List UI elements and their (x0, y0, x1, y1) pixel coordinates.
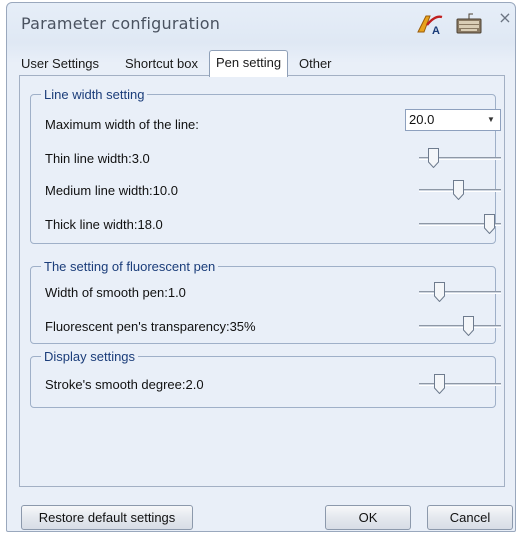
medium-line-label: Medium line width:10.0 (45, 183, 178, 198)
slider-thumb[interactable] (463, 316, 474, 336)
smooth-pen-label: Width of smooth pen:1.0 (45, 285, 186, 300)
pen-setting-panel: Line width setting Maximum width of the … (19, 75, 505, 487)
title-bar: Parameter configuration A × (7, 3, 515, 41)
close-icon[interactable]: × (497, 10, 513, 26)
group-legend: The setting of fluorescent pen (41, 259, 219, 274)
line-width-group: Line width setting Maximum width of the … (30, 87, 501, 244)
transparency-slider[interactable] (419, 315, 501, 337)
max-width-value: 20.0 (409, 112, 435, 127)
parameter-configuration-dialog: Parameter configuration A × User Setting… (6, 2, 516, 532)
thick-line-label: Thick line width:18.0 (45, 217, 163, 232)
slider-track (419, 291, 501, 294)
slider-thumb[interactable] (434, 374, 445, 394)
keyboard-icon[interactable] (455, 13, 483, 35)
slider-track (419, 383, 501, 386)
chevron-down-icon[interactable]: ▼ (482, 110, 500, 130)
fluorescent-pen-group: The setting of fluorescent pen Width of … (30, 259, 501, 344)
cancel-button[interactable]: Cancel (427, 505, 513, 530)
transparency-label: Fluorescent pen's transparency:35% (45, 319, 256, 334)
dialog-title: Parameter configuration (21, 14, 221, 33)
tab-shortcut-box[interactable]: Shortcut box (123, 54, 200, 76)
tab-pen-setting[interactable]: Pen setting (209, 50, 289, 77)
stroke-smooth-slider[interactable] (419, 373, 501, 395)
display-settings-group: Display settings Stroke's smooth degree:… (30, 349, 501, 408)
max-width-combobox[interactable]: 20.0 ▼ (405, 109, 501, 131)
tab-other[interactable]: Other (297, 54, 334, 76)
svg-text:A: A (432, 25, 440, 35)
tab-user-settings[interactable]: User Settings (19, 54, 101, 76)
slider-thumb[interactable] (453, 180, 464, 200)
pen-a-icon[interactable]: A (415, 13, 445, 35)
slider-thumb[interactable] (484, 214, 495, 234)
smooth-pen-slider[interactable] (419, 281, 501, 303)
group-legend: Display settings (41, 349, 139, 364)
stroke-smooth-label: Stroke's smooth degree:2.0 (45, 377, 204, 392)
medium-line-slider[interactable] (419, 179, 501, 201)
slider-thumb[interactable] (428, 148, 439, 168)
thin-line-label: Thin line width:3.0 (45, 151, 150, 166)
slider-track (419, 325, 501, 328)
thin-line-slider[interactable] (419, 147, 501, 169)
slider-thumb[interactable] (434, 282, 445, 302)
max-width-label: Maximum width of the line: (45, 117, 199, 132)
group-legend: Line width setting (41, 87, 148, 102)
ok-button[interactable]: OK (325, 505, 411, 530)
restore-defaults-button[interactable]: Restore default settings (21, 505, 193, 530)
thick-line-slider[interactable] (419, 213, 501, 235)
